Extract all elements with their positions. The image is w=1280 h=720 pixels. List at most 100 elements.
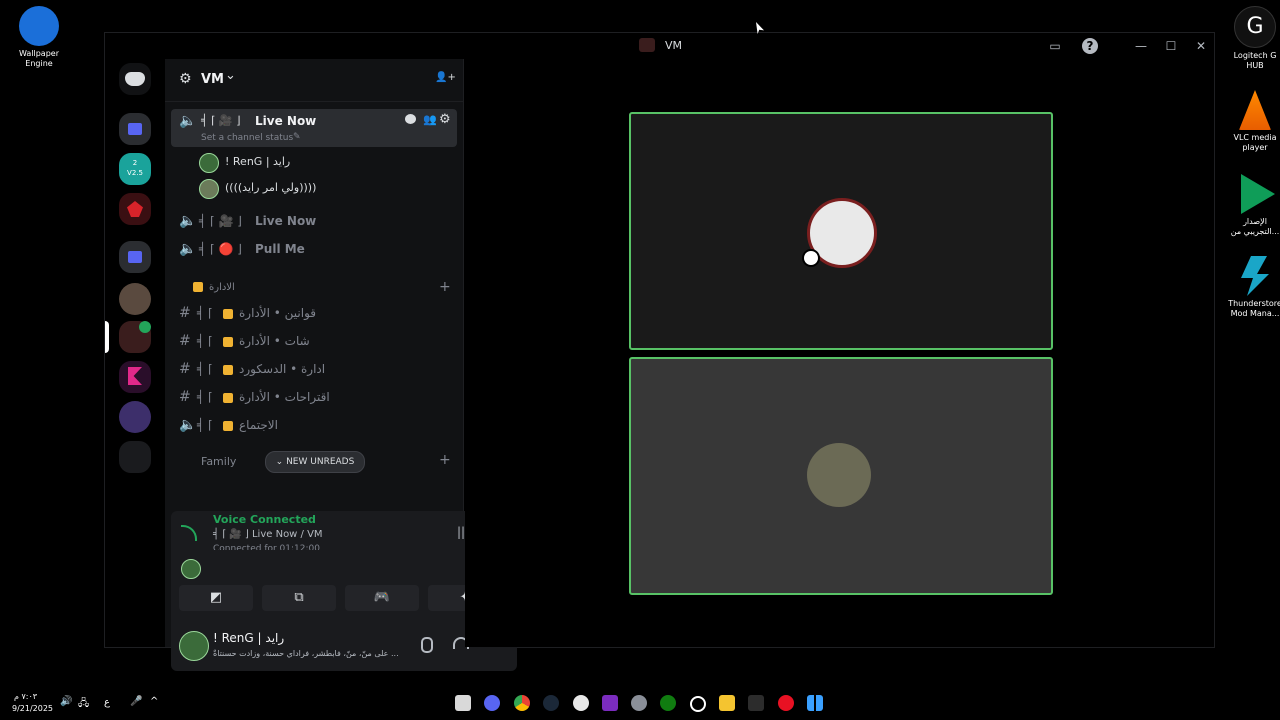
channel-name: قوانين • الأدارة [223,306,316,320]
server-v25[interactable]: 2 V2.5 [119,153,151,185]
voice-channel-pull-me[interactable]: 🔈 ╡ ⌈ 🔴 ⌋ Pull Me [171,237,457,263]
discord-home-icon[interactable] [119,63,151,95]
search-app-icon[interactable] [690,696,706,712]
user-name[interactable]: ! RenG | رايد [213,631,284,645]
chevron-down-icon: ⌄ [225,68,236,83]
channel-status-hint[interactable]: Set a channel status [201,133,293,143]
mic-icon[interactable]: 🎤 [130,696,142,707]
desktop-icon-wallpaper-engine[interactable]: Wallpaper Engine [9,6,69,69]
voice-channel-live-now[interactable]: 🔈 ╡ ⌈ 🎥 ⌋ Live Now [171,209,457,235]
speaker-icon: 🔈 [179,241,197,257]
clock-date[interactable]: 9/21/2025 [12,704,53,713]
participant-tile-2[interactable] [629,357,1053,595]
inbox-icon[interactable]: ▭ [1043,37,1067,55]
new-unreads-button[interactable]: ⌄ NEW UNREADS [265,451,365,473]
text-channel-admin-chat[interactable]: # ╡ ⌈ شات • الأدارة [171,329,457,355]
add-member-icon[interactable]: 👥 [423,113,437,126]
server-vm[interactable] [119,321,151,353]
voice-stage [465,59,1213,647]
desktop-icon-label: الإصدار التجريبي من... [1230,217,1280,236]
clock-time[interactable]: ٧:٠٣ م [14,692,37,701]
category-admin[interactable]: الادارة + [179,279,455,299]
server-header[interactable]: ⚙ VM ⌄ 👤+ [165,59,463,102]
participant-tile-1[interactable] [629,112,1053,350]
folder-icon-2[interactable] [119,241,151,273]
rmh-logo-icon [128,367,142,385]
avatar [199,179,219,199]
adobe-icon[interactable] [748,695,764,711]
settings-gear-icon[interactable] [631,695,647,711]
add-channel-icon[interactable]: + [439,279,451,295]
volume-icon[interactable]: 🔊 [60,696,72,707]
chrome-icon[interactable] [514,695,530,711]
server-rmh[interactable] [119,361,151,393]
server-partial[interactable] [119,441,151,473]
taskbar-app-1-icon[interactable] [455,695,471,711]
hash-icon: # [179,305,191,321]
screen-share-button[interactable]: ⧉ [262,585,336,611]
channel-sidebar: ⚙ VM ⌄ 👤+ 🔈 ╡ ⌈ 🎥 ⌋ Live Now Set a chann… [165,59,517,671]
activities-button[interactable]: 🎮 [345,585,419,611]
channel-prefix: ╡ ⌈ 🎥 ⌋ [201,114,241,127]
help-icon[interactable]: ? [1082,38,1098,54]
category-name: Family [201,455,237,468]
server-red-emblem[interactable] [119,193,151,225]
close-button[interactable]: ✕ [1189,37,1213,55]
server-avatar-2[interactable] [119,401,151,433]
desktop-icon-label: Thunderstore Mod Mana... [1228,299,1280,318]
text-channel-discord-admin[interactable]: # ╡ ⌈ ادارة • الدسكورد [171,357,457,383]
red-app-icon[interactable] [778,695,794,711]
lock-icon [223,308,233,319]
file-explorer-icon[interactable] [719,695,735,711]
participant-avatar [807,443,871,507]
channel-name: Pull Me [255,242,305,256]
logitech-icon: G [1234,6,1276,48]
lock-icon [223,392,233,403]
voice-channel-live-now-active[interactable]: 🔈 ╡ ⌈ 🎥 ⌋ Live Now Set a channel status … [171,109,457,147]
chat-bubble-icon[interactable] [405,114,416,124]
desktop-icon-vlc[interactable]: VLC media player [1225,90,1280,153]
channel-prefix: ╡ ⌈ [197,390,213,404]
channel-name: اقتراحات • الأدارة [223,390,330,404]
channel-prefix: ╡ ⌈ [197,362,213,376]
desktop-icon-label: VLC media player [1233,133,1277,152]
invite-people-icon[interactable]: 👤+ [435,72,456,83]
desktop-icon-thunderstore[interactable]: Thunderstore Mod Mana... [1225,256,1280,319]
network-icon[interactable]: 🖧 [78,696,89,713]
channel-settings-icon[interactable]: ⚙ [439,112,451,127]
text-channel-admin-suggestions[interactable]: # ╡ ⌈ اقتراحات • الأدارة [171,385,457,411]
server-name: VM [201,72,224,87]
server-avatar-1[interactable] [119,283,151,315]
folder-icon[interactable] [119,113,151,145]
voice-status[interactable]: Voice Connected [213,513,316,526]
language-indicator[interactable]: ع [104,697,110,708]
obs-icon[interactable] [573,695,589,711]
signal-icon[interactable] [181,525,197,541]
voice-channel-meeting[interactable]: 🔈 ╡ ⌈ الاجتماع [171,413,457,439]
steam-icon[interactable] [543,695,559,711]
xbox-icon[interactable] [660,695,676,711]
nzxt-icon[interactable] [602,695,618,711]
server-rail: 2 V2.5 [105,63,155,483]
minimize-button[interactable]: — [1129,37,1153,55]
windows-start-icon[interactable] [807,695,823,711]
text-channel-admin-rules[interactable]: # ╡ ⌈ قوانين • الأدارة [171,301,457,327]
folder-shape [128,251,142,263]
channel-prefix: ╡ ⌈ [197,334,213,348]
speaker-icon: 🔈 [179,417,197,433]
discord-taskbar-icon[interactable] [484,695,500,711]
add-channel-icon[interactable]: + [439,452,451,468]
participant-avatar [802,198,877,268]
user-avatar[interactable] [179,631,209,661]
maximize-button[interactable]: ☐ [1159,37,1183,55]
desktop-icon-logitech[interactable]: G Logitech G HUB [1225,6,1280,71]
desktop-icon-google-play-games[interactable]: الإصدار التجريبي من... [1225,174,1280,237]
camera-off-button[interactable]: ◩ [179,585,253,611]
chevron-up-icon[interactable]: ^ [150,696,158,707]
connected-time: Connected for 01:12:00 [213,544,320,550]
voice-channel-path[interactable]: ╡ ⌈ 🎥 ⌋ Live Now / VM [213,529,323,540]
lock-icon [223,420,233,431]
microphone-icon[interactable] [421,637,433,653]
avatar[interactable] [181,559,201,579]
channel-label: الاجتماع [239,418,278,432]
